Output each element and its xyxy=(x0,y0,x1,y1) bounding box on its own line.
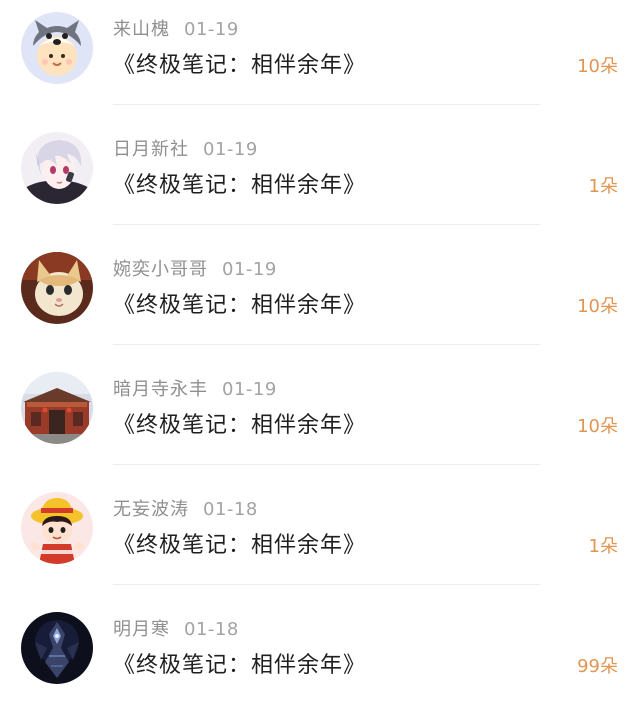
flower-count: 1朵 xyxy=(588,536,618,557)
book-title[interactable]: 《终极笔记：相伴余年》 xyxy=(113,527,366,559)
sender-name[interactable]: 明月寒 xyxy=(113,619,170,640)
send-date: 01-18 xyxy=(184,619,239,640)
sender-name[interactable]: 无妄波涛 xyxy=(113,499,189,520)
dark-armor-figure-avatar[interactable] xyxy=(21,612,93,684)
divider xyxy=(113,464,540,465)
flower-count: 99朵 xyxy=(577,656,618,677)
sender-name[interactable]: 来山槐 xyxy=(113,19,170,40)
sender-name[interactable]: 婉奕小哥哥 xyxy=(113,259,208,280)
anime-white-hair-boy-avatar[interactable] xyxy=(21,132,93,204)
list-item[interactable]: 来山槐 01-19 《终极笔记：相伴余年》 10朵 xyxy=(0,0,640,120)
send-date: 01-19 xyxy=(203,139,258,160)
sender-name[interactable]: 日月新社 xyxy=(113,139,189,160)
sender-info: 婉奕小哥哥 01-19 xyxy=(113,255,277,281)
temple-building-avatar[interactable] xyxy=(21,372,93,444)
divider xyxy=(113,344,540,345)
book-title[interactable]: 《终极笔记：相伴余年》 xyxy=(113,407,366,439)
gift-record-list: 来山槐 01-19 《终极笔记：相伴余年》 10朵 日月新社 01-19 《终极笔记… xyxy=(0,0,640,699)
list-item[interactable]: 日月新社 01-19 《终极笔记：相伴余年》 1朵 xyxy=(0,120,640,240)
sender-name[interactable]: 暗月寺永丰 xyxy=(113,379,208,400)
list-item[interactable]: 婉奕小哥哥 01-19 《终极笔记：相伴余年》 10朵 xyxy=(0,240,640,360)
flower-count: 10朵 xyxy=(577,56,618,77)
cartoon-husky-hat-avatar[interactable] xyxy=(21,12,93,84)
sender-info: 明月寒 01-18 xyxy=(113,615,239,641)
book-title[interactable]: 《终极笔记：相伴余年》 xyxy=(113,647,366,679)
sender-info: 来山槐 01-19 xyxy=(113,15,239,41)
send-date: 01-19 xyxy=(184,19,239,40)
book-title[interactable]: 《终极笔记：相伴余年》 xyxy=(113,47,366,79)
divider xyxy=(113,224,540,225)
list-item[interactable]: 明月寒 01-18 《终极笔记：相伴余年》 99朵 xyxy=(0,600,640,720)
flower-count: 1朵 xyxy=(588,176,618,197)
book-title[interactable]: 《终极笔记：相伴余年》 xyxy=(113,287,366,319)
sender-info: 日月新社 01-19 xyxy=(113,135,258,161)
divider xyxy=(113,584,540,585)
flower-count: 10朵 xyxy=(577,416,618,437)
cat-photo-avatar[interactable] xyxy=(21,252,93,324)
sender-info: 无妄波涛 01-18 xyxy=(113,495,258,521)
sender-info: 暗月寺永丰 01-19 xyxy=(113,375,277,401)
cartoon-straw-hat-girl-avatar[interactable] xyxy=(21,492,93,564)
divider xyxy=(113,104,540,105)
flower-count: 10朵 xyxy=(577,296,618,317)
send-date: 01-19 xyxy=(222,259,277,280)
list-item[interactable]: 无妄波涛 01-18 《终极笔记：相伴余年》 1朵 xyxy=(0,480,640,600)
send-date: 01-19 xyxy=(222,379,277,400)
send-date: 01-18 xyxy=(203,499,258,520)
book-title[interactable]: 《终极笔记：相伴余年》 xyxy=(113,167,366,199)
list-item[interactable]: 暗月寺永丰 01-19 《终极笔记：相伴余年》 10朵 xyxy=(0,360,640,480)
